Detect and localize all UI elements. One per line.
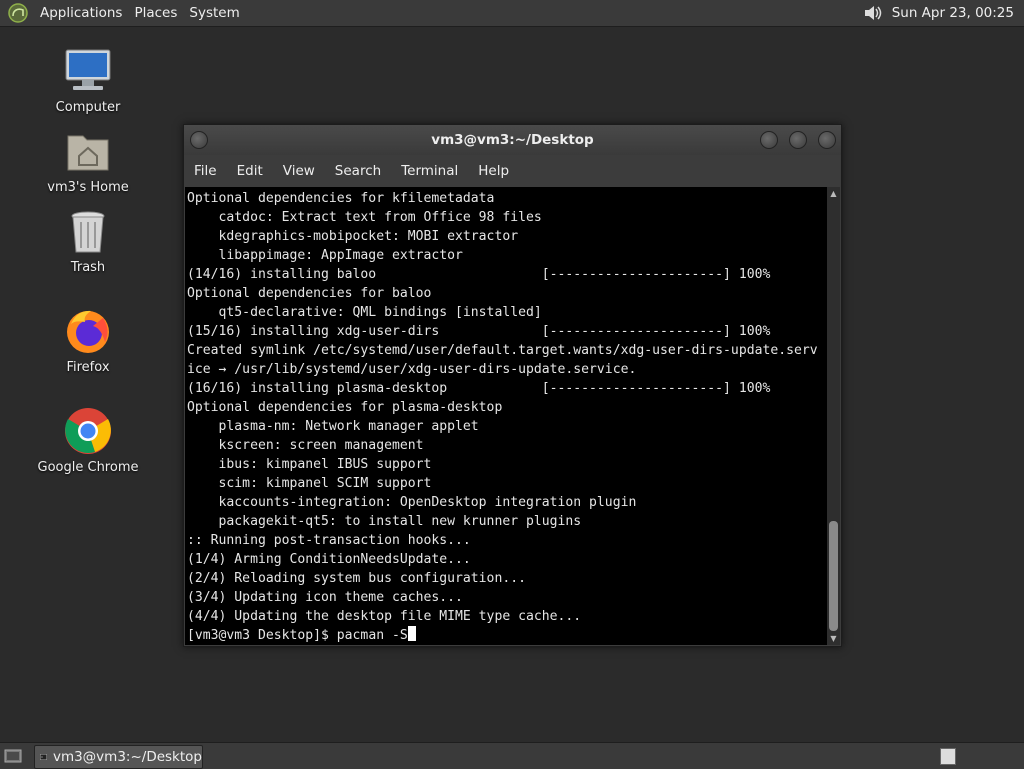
terminal-line: kdegraphics-mobipocket: MOBI extractor xyxy=(187,229,519,244)
terminal-scrollbar[interactable]: ▲ ▼ xyxy=(827,187,840,645)
terminal-line: (16/16) installing plasma-desktop [-----… xyxy=(187,381,771,396)
volume-icon[interactable] xyxy=(862,3,884,23)
window-titlebar[interactable]: vm3@vm3:~/Desktop xyxy=(184,125,841,155)
terminal-window[interactable]: vm3@vm3:~/Desktop File Edit View Search … xyxy=(183,124,842,647)
terminal-line: kscreen: screen management xyxy=(187,438,424,453)
terminal-line: Created symlink /etc/systemd/user/defaul… xyxy=(187,343,818,358)
mate-logo-icon[interactable] xyxy=(8,3,28,23)
clock[interactable]: Sun Apr 23, 00:25 xyxy=(892,5,1014,21)
menu-search[interactable]: Search xyxy=(325,163,391,179)
taskbar-terminal-button[interactable]: vm3@vm3:~/Desktop xyxy=(34,745,203,769)
terminal-text: Optional dependencies for kfilemetadata … xyxy=(185,187,827,645)
menu-help[interactable]: Help xyxy=(468,163,519,179)
terminal-line: scim: kimpanel SCIM support xyxy=(187,476,432,491)
terminal-line: (3/4) Updating icon theme caches... xyxy=(187,590,463,605)
terminal-line: Optional dependencies for kfilemetadata xyxy=(187,191,495,206)
desktop-icon-label: Trash xyxy=(70,260,106,275)
terminal-line: plasma-nm: Network manager applet xyxy=(187,419,479,434)
desktop-icon-label: vm3's Home xyxy=(47,180,129,195)
menu-edit[interactable]: Edit xyxy=(227,163,273,179)
close-button[interactable] xyxy=(818,131,836,149)
menu-file[interactable]: File xyxy=(184,163,227,179)
scroll-up-arrow-icon[interactable]: ▲ xyxy=(828,188,839,199)
terminal-line: kaccounts-integration: OpenDesktop integ… xyxy=(187,495,637,510)
computer-icon xyxy=(65,49,111,90)
places-menu[interactable]: Places xyxy=(128,5,183,21)
menu-view[interactable]: View xyxy=(273,163,325,179)
text-cursor xyxy=(407,626,416,641)
terminal-line: Optional dependencies for plasma-desktop xyxy=(187,400,503,415)
show-desktop-icon[interactable] xyxy=(4,747,22,765)
desktop-icon-chrome[interactable]: Google Chrome xyxy=(28,406,148,475)
terminal-line: ibus: kimpanel IBUS support xyxy=(187,457,432,472)
trash-icon xyxy=(71,211,105,253)
scrollbar-thumb[interactable] xyxy=(829,521,838,631)
terminal-line: libappimage: AppImage extractor xyxy=(187,248,463,263)
desktop-icon-label: Firefox xyxy=(66,360,110,375)
terminal-line: catdoc: Extract text from Office 98 file… xyxy=(187,210,542,225)
applications-menu[interactable]: Applications xyxy=(34,5,128,21)
taskbar-task-label: vm3@vm3:~/Desktop xyxy=(52,749,202,765)
terminal-line: ice → /usr/lib/systemd/user/xdg-user-dir… xyxy=(187,362,637,377)
workspace-switcher[interactable] xyxy=(940,748,956,765)
menu-terminal[interactable]: Terminal xyxy=(391,163,468,179)
chrome-icon xyxy=(65,408,111,454)
bottom-panel: vm3@vm3:~/Desktop xyxy=(0,742,1024,769)
terminal-line: (4/4) Updating the desktop file MIME typ… xyxy=(187,609,582,624)
home-folder-icon xyxy=(67,135,109,171)
terminal-line: (1/4) Arming ConditionNeedsUpdate... xyxy=(187,552,471,567)
terminal-line: :: Running post-transaction hooks... xyxy=(187,533,471,548)
terminal-line: (15/16) installing xdg-user-dirs [------… xyxy=(187,324,771,339)
desktop-icon-home[interactable]: vm3's Home xyxy=(28,128,148,195)
desktop-icon-label: Computer xyxy=(55,100,121,115)
desktop-icon-label: Google Chrome xyxy=(37,460,139,475)
terminal-menubar: File Edit View Search Terminal Help xyxy=(184,157,841,185)
terminal-icon xyxy=(40,754,47,760)
prompt-text: [vm3@vm3 Desktop]$ xyxy=(187,628,337,643)
terminal-output[interactable]: Optional dependencies for kfilemetadata … xyxy=(185,187,827,645)
top-panel: Applications Places System Sun Apr 23, 0… xyxy=(0,0,1024,27)
window-title: vm3@vm3:~/Desktop xyxy=(431,132,594,148)
command-input[interactable]: pacman -S xyxy=(337,628,408,643)
maximize-button[interactable] xyxy=(789,131,807,149)
desktop-icon-firefox[interactable]: Firefox xyxy=(28,306,148,375)
window-menu-button[interactable] xyxy=(190,131,208,149)
terminal-line: (2/4) Reloading system bus configuration… xyxy=(187,571,526,586)
firefox-icon xyxy=(67,310,109,353)
scroll-down-arrow-icon[interactable]: ▼ xyxy=(828,633,839,644)
minimize-button[interactable] xyxy=(760,131,778,149)
command-prompt[interactable]: [vm3@vm3 Desktop]$ pacman -S xyxy=(187,626,827,645)
terminal-line: (14/16) installing baloo [--------------… xyxy=(187,267,771,282)
system-menu[interactable]: System xyxy=(183,5,245,21)
desktop-icon-trash[interactable]: Trash xyxy=(28,208,148,275)
terminal-line: qt5-declarative: QML bindings [installed… xyxy=(187,305,542,320)
desktop-icon-computer[interactable]: Computer xyxy=(28,46,148,115)
terminal-line: Optional dependencies for baloo xyxy=(187,286,432,301)
terminal-line: packagekit-qt5: to install new krunner p… xyxy=(187,514,582,529)
